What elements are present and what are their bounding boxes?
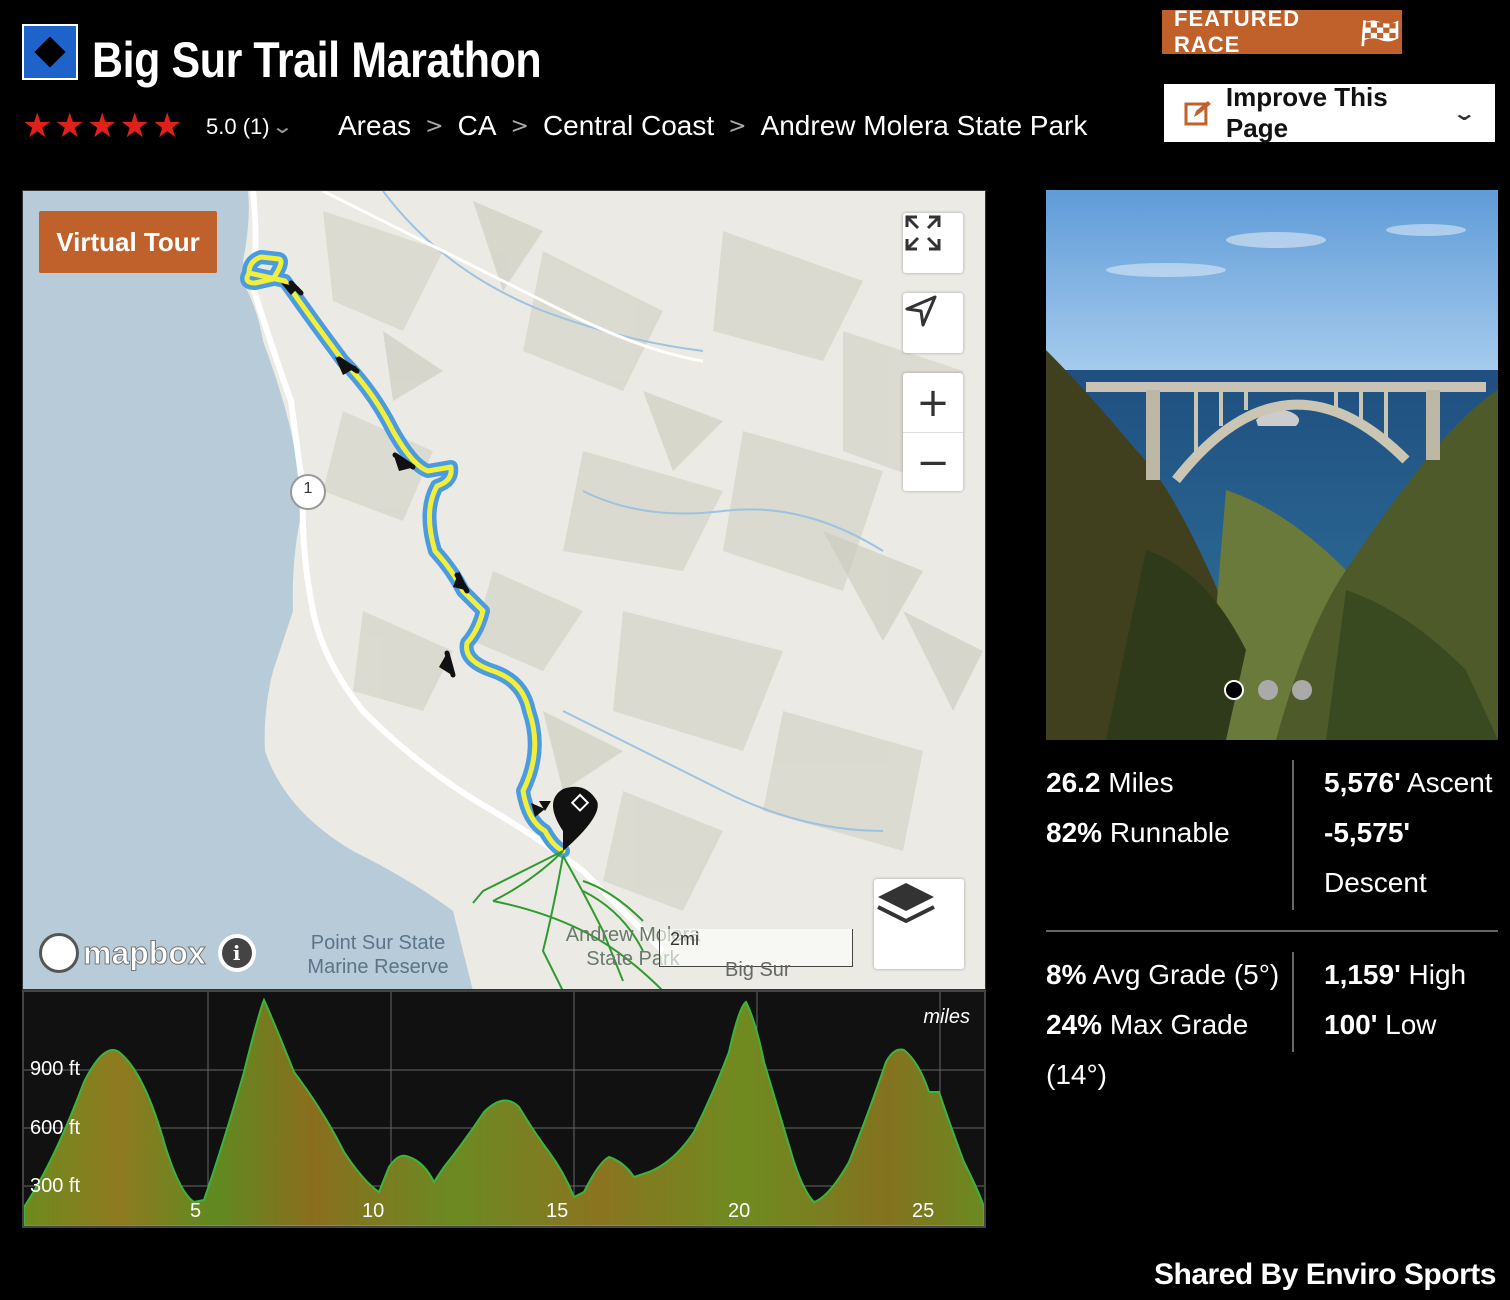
star-icon: ★ (22, 106, 53, 146)
map-label-town: Big Sur (725, 959, 791, 981)
stats-divider (1292, 760, 1294, 910)
breadcrumb-ca[interactable]: CA (458, 110, 497, 142)
expand-icon (905, 215, 941, 251)
chevron-down-icon: ⌄ (1452, 101, 1478, 125)
x-label-15: 15 (546, 1200, 569, 1222)
stat-ascent: 5,576' Ascent (1324, 767, 1493, 798)
mapbox-attribution[interactable]: mapbox i (39, 933, 256, 973)
star-icon: ★ (151, 106, 183, 146)
fullscreen-button[interactable] (903, 213, 963, 273)
elevation-profile[interactable]: miles 900 ft 600 ft 300 ft 5 10 15 20 25 (22, 990, 986, 1228)
highway-route-marker: 1 (303, 480, 313, 497)
featured-race-badge: FEATURED RACE (1162, 6, 1402, 57)
breadcrumb: Areas > CA > Central Coast > Andrew Mole… (338, 110, 1087, 142)
page-title: Big Sur Trail Marathon (92, 32, 542, 88)
y-label-600: 600 ft (30, 1117, 81, 1139)
x-label-25: 25 (912, 1200, 935, 1222)
stat-max-grade: 24% Max Grade (1046, 1009, 1249, 1040)
x-label-20: 20 (728, 1200, 751, 1222)
y-label-300: 300 ft (30, 1175, 81, 1197)
rating-stars[interactable]: ★ ★ ★ ★ ★ (22, 108, 182, 144)
checkered-flag-icon (1361, 20, 1399, 47)
breadcrumb-central-coast[interactable]: Central Coast (543, 110, 714, 142)
trail-map[interactable]: Virtual Tour 1 + − mapbox i Point Sur St… (22, 190, 986, 990)
mapbox-wordmark: mapbox (83, 934, 207, 971)
bixby-bridge-photo (1046, 190, 1498, 740)
breadcrumb-areas[interactable]: Areas (338, 110, 411, 142)
layers-icon (877, 883, 935, 923)
virtual-tour-button[interactable]: Virtual Tour (39, 211, 217, 273)
locate-button[interactable] (903, 293, 963, 353)
photo-carousel-dots (1224, 680, 1312, 700)
chevron-right-icon: > (728, 113, 747, 139)
difficulty-black-diamond-icon (22, 24, 78, 80)
featured-race-label: FEATURED RACE (1174, 6, 1301, 57)
carousel-dot-1[interactable] (1224, 680, 1244, 700)
stat-avg-grade: 8% Avg Grade (5°) (1046, 959, 1280, 990)
chevron-right-icon: > (425, 113, 444, 139)
zoom-controls: + − (903, 373, 963, 491)
location-arrow-icon (905, 295, 937, 327)
stat-miles: 26.2 Miles (1046, 767, 1174, 798)
edit-icon (1184, 101, 1211, 126)
stats-divider-horizontal (1046, 930, 1498, 932)
carousel-dot-3[interactable] (1292, 680, 1312, 700)
stat-high: 1,159' High (1324, 959, 1467, 990)
elevation-chart (24, 992, 984, 1226)
improve-page-label: Improve This Page (1225, 82, 1388, 143)
star-icon: ★ (119, 106, 150, 146)
stats-divider (1292, 952, 1294, 1052)
zoom-in-button[interactable]: + (903, 373, 963, 432)
breadcrumb-andrew-molera[interactable]: Andrew Molera State Park (761, 110, 1088, 142)
improve-page-button[interactable]: Improve This Page ⌄ (1164, 82, 1495, 143)
chevron-down-icon[interactable]: ⌄ (271, 114, 294, 138)
x-label-5: 5 (190, 1200, 202, 1222)
star-icon: ★ (54, 106, 85, 146)
stat-low: 100' Low (1324, 1009, 1437, 1040)
map-canvas (23, 191, 983, 989)
route-photo[interactable] (1046, 190, 1498, 740)
x-label-10: 10 (362, 1200, 385, 1222)
rating-score[interactable]: 5.0 (1) (206, 114, 270, 140)
chevron-right-icon: > (510, 113, 529, 139)
stat-descent-value: -5,575' (1324, 817, 1411, 848)
layers-button[interactable] (874, 879, 964, 969)
stat-runnable: 82% Runnable (1046, 817, 1230, 848)
info-icon[interactable]: i (217, 934, 256, 972)
shared-by[interactable]: Shared By Enviro Sports (1154, 1258, 1496, 1292)
elevation-unit: miles (923, 1006, 970, 1028)
star-icon: ★ (86, 106, 118, 146)
mapbox-logo-icon (39, 933, 79, 973)
stat-descent-label: Descent (1324, 867, 1427, 898)
zoom-out-button[interactable]: − (903, 432, 963, 492)
map-label-reserve: Point Sur State Marine Reserve (307, 932, 449, 978)
stat-max-grade-degrees: (14°) (1046, 1059, 1107, 1090)
y-label-900: 900 ft (30, 1058, 81, 1080)
carousel-dot-2[interactable] (1258, 680, 1278, 700)
